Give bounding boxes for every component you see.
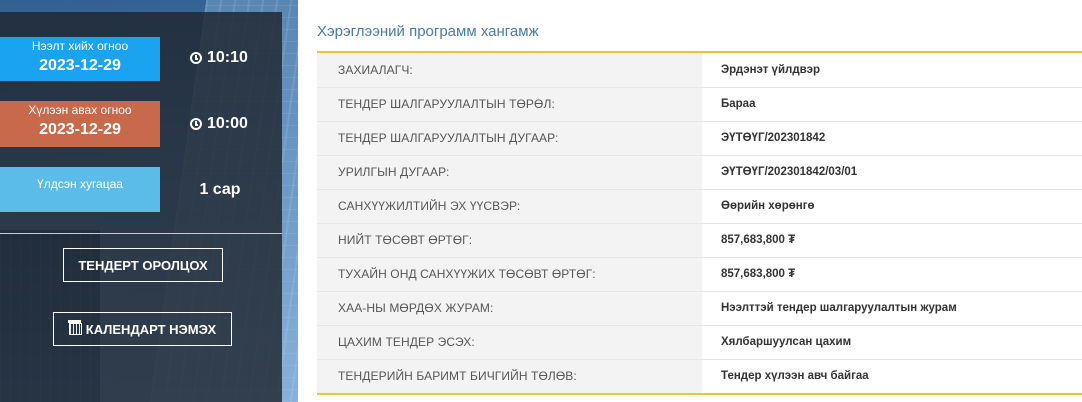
close-date-badge: Хүлээн авах огноо 2023-12-29 [0, 101, 160, 147]
open-time: 10:10 [190, 49, 248, 67]
table-row: ТЕНДЕР ШАЛГАРУУЛАЛТЫН ДУГААР: ЭҮТӨҮГ/202… [317, 121, 1082, 156]
open-time-value: 10:10 [207, 49, 248, 66]
close-time-value: 10:00 [207, 115, 248, 132]
row-key: ТЕНДЕРИЙН БАРИМТ БИЧГИЙН ТӨЛӨВ: [317, 359, 702, 394]
open-date-value: 2023-12-29 [39, 57, 121, 74]
table-row: ТЕНДЕРИЙН БАРИМТ БИЧГИЙН ТӨЛӨВ: Тендер х… [317, 359, 1082, 394]
row-key: УРИЛГЫН ДУГААР: [317, 155, 702, 190]
row-key: ТУХАЙН ОНД САНХҮҮЖИХ ТӨСӨВТ ӨРТӨГ: [317, 257, 702, 292]
add-to-calendar-button[interactable]: КАЛЕНДАРТ НЭМЭХ [53, 312, 232, 346]
section-title: Хэрэглээний программ хангамж [317, 23, 539, 40]
row-key: НИЙТ ТӨСӨВТ ӨРТӨГ: [317, 223, 702, 258]
table-row: ТЕНДЕР ШАЛГАРУУЛАЛТЫН ТӨРӨЛ: Бараа [317, 87, 1082, 122]
duration-value: 1 сар [199, 181, 241, 198]
row-key: ТЕНДЕР ШАЛГАРУУЛАЛТЫН ДУГААР: [317, 121, 702, 156]
table-row: ЗАХИАЛАГЧ: Эрдэнэт үйлдвэр [317, 53, 1082, 88]
close-date-value: 2023-12-29 [39, 121, 121, 138]
duration-badge: Үлдсэн хугацаа [0, 167, 160, 212]
clock-icon [190, 52, 202, 64]
tender-info-table: ЗАХИАЛАГЧ: Эрдэнэт үйлдвэр ТЕНДЕР ШАЛГАР… [317, 53, 1082, 394]
open-date-badge: Нээлт хийх огноо 2023-12-29 [0, 37, 160, 81]
add-to-calendar-label: КАЛЕНДАРТ НЭМЭХ [85, 321, 217, 337]
row-value: Эрдэнэт үйлдвэр [702, 53, 1082, 88]
row-value: Хялбаршуулсан цахим [702, 325, 1082, 360]
row-key: ЗАХИАЛАГЧ: [317, 53, 702, 88]
table-bottom-line [317, 393, 1082, 395]
left-panel: Нээлт хийх огноо 2023-12-29 10:10 Хүлээн… [0, 0, 298, 402]
row-value: ЭҮТӨҮГ/202301842 [702, 121, 1082, 156]
table-row: НИЙТ ТӨСӨВТ ӨРТӨГ: 857,683,800 ₮ [317, 223, 1082, 258]
row-value: Тендер хүлээн авч байгаа [702, 359, 1082, 394]
divider [0, 233, 282, 234]
close-time: 10:00 [190, 115, 248, 133]
row-value: ЭҮТӨҮГ/202301842/03/01 [702, 155, 1082, 190]
close-date-label: Хүлээн авах огноо [28, 103, 132, 117]
row-value: 857,683,800 ₮ [702, 257, 1082, 292]
row-key: ЦАХИМ ТЕНДЕР ЭСЭХ: [317, 325, 702, 360]
row-value: Өөрийн хөрөнгө [702, 189, 1082, 224]
row-value: 857,683,800 ₮ [702, 223, 1082, 258]
duration-label: Үлдсэн хугацаа [37, 177, 123, 191]
clock-icon [190, 118, 202, 130]
row-value: Бараа [702, 87, 1082, 122]
table-row: ТУХАЙН ОНД САНХҮҮЖИХ ТӨСӨВТ ӨРТӨГ: 857,6… [317, 257, 1082, 292]
row-key: САНХҮҮЖИЛТИЙН ЭХ ҮҮСВЭР: [317, 189, 702, 224]
participate-tender-button[interactable]: ТЕНДЕРТ ОРОЛЦОХ [63, 248, 223, 282]
row-key: ТЕНДЕР ШАЛГАРУУЛАЛТЫН ТӨРӨЛ: [317, 87, 702, 122]
table-row: ЦАХИМ ТЕНДЕР ЭСЭХ: Хялбаршуулсан цахим [317, 325, 1082, 360]
open-date-label: Нээлт хийх огноо [31, 39, 129, 53]
table-row: САНХҮҮЖИЛТИЙН ЭХ ҮҮСВЭР: Өөрийн хөрөнгө [317, 189, 1082, 224]
row-key: ХАА-НЫ МӨРДӨХ ЖУРАМ: [317, 291, 702, 326]
calendar-icon [68, 320, 82, 335]
table-row: ХАА-НЫ МӨРДӨХ ЖУРАМ: Нээлттэй тендер шал… [317, 291, 1082, 326]
table-row: УРИЛГЫН ДУГААР: ЭҮТӨҮГ/202301842/03/01 [317, 155, 1082, 190]
participate-tender-label: ТЕНДЕРТ ОРОЛЦОХ [78, 257, 208, 273]
row-value: Нээлттэй тендер шалгаруулалтын журам [702, 291, 1082, 326]
